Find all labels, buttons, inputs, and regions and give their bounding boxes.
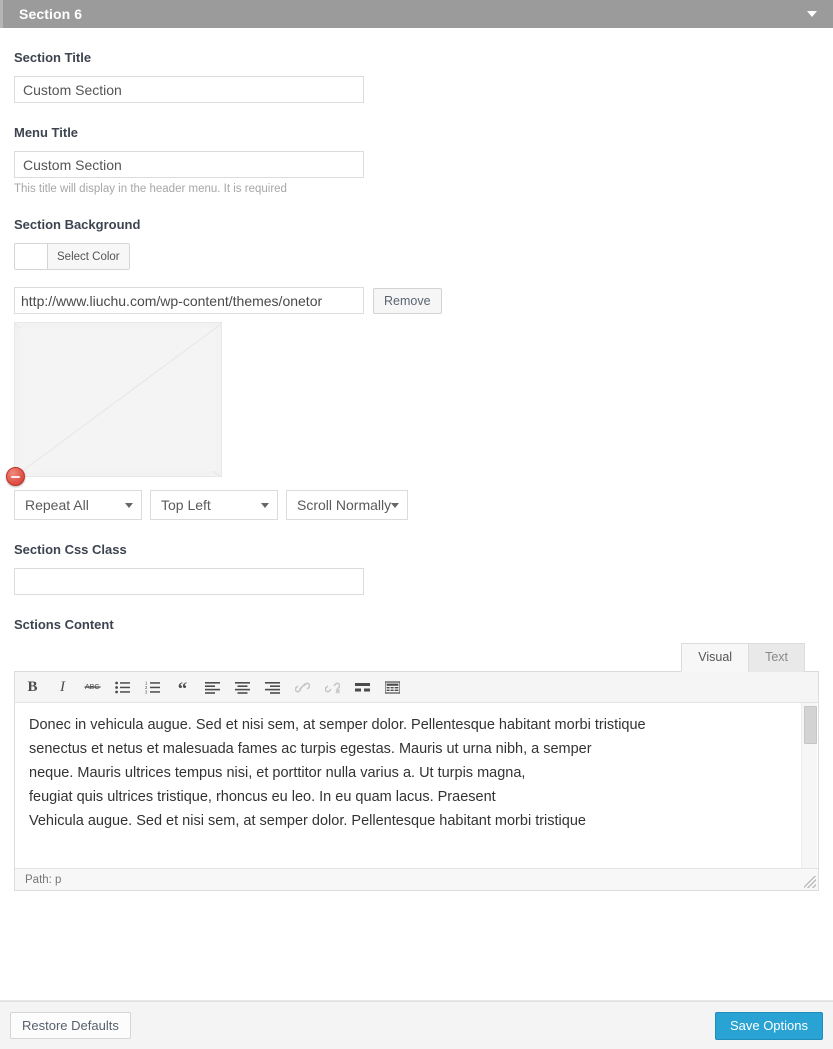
editor-line: senectus et netus et malesuada fames ac … <box>29 741 592 757</box>
section-title-input[interactable] <box>14 76 364 103</box>
tab-visual[interactable]: Visual <box>681 643 750 672</box>
sections-content-label: Sctions Content <box>14 617 114 632</box>
chevron-down-icon[interactable] <box>807 11 817 17</box>
color-picker-row: Select Color <box>14 243 819 270</box>
section-background-label: Section Background <box>14 217 141 232</box>
field-section-css-class: Section Css Class <box>14 520 819 595</box>
toolbar-toggle-icon[interactable] <box>383 678 402 697</box>
section-css-class-label: Section Css Class <box>14 542 127 557</box>
editor-content-area[interactable]: Donec in vehicula augue. Sed et nisi sem… <box>15 703 818 868</box>
background-image-url-input[interactable] <box>14 287 364 314</box>
remove-circle-icon[interactable] <box>6 467 25 486</box>
background-image-row: Remove <box>14 287 819 314</box>
background-position-select[interactable]: Top Left <box>150 490 278 520</box>
background-repeat-value: Repeat All <box>25 497 89 513</box>
field-sections-content: Sctions Content Visual Text B I ABC <box>14 595 819 891</box>
svg-text:3: 3 <box>145 689 148 693</box>
restore-defaults-button[interactable]: Restore Defaults <box>10 1012 131 1039</box>
background-image-preview <box>14 322 222 477</box>
background-image-preview-wrap <box>6 322 222 486</box>
menu-title-label: Menu Title <box>14 125 79 140</box>
bullet-list-icon[interactable] <box>113 678 132 697</box>
field-section-title: Section Title <box>14 28 819 103</box>
color-picker[interactable]: Select Color <box>14 243 130 270</box>
select-color-button[interactable]: Select Color <box>48 244 129 269</box>
blockquote-icon[interactable]: “ <box>173 675 192 700</box>
section-fields-panel: Section Title Menu Title This title will… <box>0 28 833 891</box>
field-section-background: Section Background Select Color Remove R… <box>6 195 819 520</box>
editor-resize-handle[interactable] <box>804 876 816 888</box>
save-options-button[interactable]: Save Options <box>714 1011 823 1040</box>
editor-tabs: Visual Text <box>14 643 819 672</box>
background-attachment-select[interactable]: Scroll Normally <box>286 490 408 520</box>
field-menu-title: Menu Title This title will display in th… <box>14 103 819 195</box>
wp-editor: Visual Text B I ABC <box>14 643 819 891</box>
broken-image-icon <box>20 328 216 471</box>
options-footer-bar: Restore Defaults Save Options <box>0 1001 833 1049</box>
background-options-row: Repeat All Top Left Scroll Normally <box>14 490 819 520</box>
align-left-icon[interactable] <box>203 678 222 697</box>
editor-line: feugiat quis ultrices tristique, rhoncus… <box>29 789 496 805</box>
menu-title-input[interactable] <box>14 151 364 178</box>
editor-scrollbar[interactable] <box>801 703 817 868</box>
background-repeat-select[interactable]: Repeat All <box>14 490 142 520</box>
unlink-icon[interactable] <box>323 678 342 697</box>
editor-line: Donec in vehicula augue. Sed et nisi sem… <box>29 717 646 733</box>
editor-line: Vehicula augue. Sed et nisi sem, at semp… <box>29 813 586 829</box>
editor-path: Path: p <box>25 873 62 886</box>
chevron-down-icon <box>125 503 133 508</box>
numbered-list-icon[interactable]: 1 2 3 <box>143 678 162 697</box>
editor-status-bar: Path: p <box>15 868 818 890</box>
insert-more-tag-icon[interactable] <box>353 678 372 697</box>
editor-frame: B I ABC 1 2 <box>14 671 819 891</box>
chevron-down-icon <box>391 503 399 508</box>
editor-scrollbar-thumb[interactable] <box>804 706 817 744</box>
menu-title-description: This title will display in the header me… <box>14 183 287 195</box>
section-title-label: Section Title <box>14 50 92 65</box>
background-position-value: Top Left <box>161 497 211 513</box>
align-center-icon[interactable] <box>233 678 252 697</box>
strikethrough-icon[interactable]: ABC <box>83 678 102 697</box>
background-attachment-value: Scroll Normally <box>297 497 392 513</box>
section-header-title: Section 6 <box>19 6 83 22</box>
remove-image-button[interactable]: Remove <box>373 287 442 314</box>
editor-toolbar: B I ABC 1 2 <box>15 672 818 703</box>
chevron-down-icon <box>261 503 269 508</box>
align-right-icon[interactable] <box>263 678 282 697</box>
italic-icon[interactable]: I <box>53 678 72 697</box>
section-css-class-input[interactable] <box>14 568 364 595</box>
color-swatch[interactable] <box>15 244 48 269</box>
insert-link-icon[interactable] <box>293 678 312 697</box>
editor-line: neque. Mauris ultrices tempus nisi, et p… <box>29 765 526 781</box>
section-accordion-header[interactable]: Section 6 <box>0 0 833 28</box>
bold-icon[interactable]: B <box>23 678 42 697</box>
tab-text[interactable]: Text <box>748 643 805 672</box>
